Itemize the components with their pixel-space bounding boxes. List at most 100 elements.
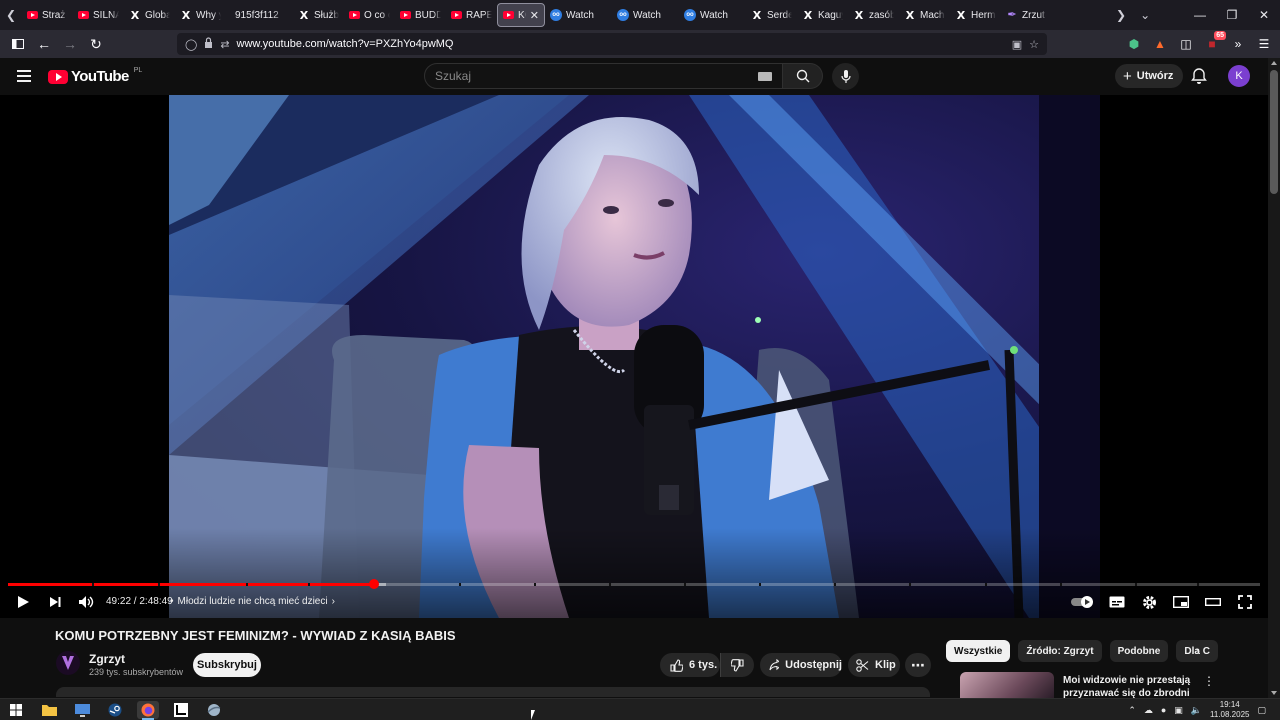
list-all-tabs-button[interactable]: ⌄ [1140, 8, 1150, 22]
search-button[interactable] [783, 63, 823, 89]
youtube-logo[interactable]: YouTube PL [48, 67, 142, 85]
speaker-icon[interactable]: 🔈 [1191, 705, 1202, 716]
browser-tab[interactable]: BUDD [395, 3, 446, 27]
browser-tab[interactable]: X Mach [899, 3, 950, 27]
browser-tab[interactable]: RAPE [446, 3, 497, 27]
recommendation-thumbnail[interactable] [960, 672, 1054, 698]
recommendation-menu-icon[interactable]: ⋮ [1203, 674, 1215, 688]
create-button[interactable]: + Utwórz [1115, 64, 1184, 88]
notion-button[interactable] [170, 701, 192, 719]
notifications-button[interactable] [1190, 67, 1208, 85]
network-icon[interactable]: ▣ [1174, 705, 1183, 716]
guide-menu-button[interactable] [17, 70, 31, 82]
onedrive-cloud-icon[interactable]: ☁ [1144, 705, 1153, 716]
settings-button[interactable] [1138, 591, 1160, 613]
notifications-icon[interactable]: ▢ [1257, 705, 1266, 716]
account-avatar[interactable]: K [1228, 65, 1250, 87]
extension-fox-icon[interactable]: ▲ [1152, 36, 1168, 52]
bookmark-star-icon[interactable]: ☆ [1029, 38, 1039, 51]
extension-ublock-icon[interactable]: ■ 65 [1204, 31, 1226, 52]
tabs-scroll-right-button[interactable]: ❯ [1116, 8, 1126, 22]
browser-tab[interactable]: X Służb [293, 3, 344, 27]
progress-bar[interactable] [8, 579, 1260, 589]
youtube-icon [451, 11, 462, 19]
browser-tab[interactable]: X Kaguy [797, 3, 848, 27]
more-tools-icon[interactable]: » [1230, 36, 1246, 52]
scroll-down-arrow[interactable] [1271, 691, 1277, 695]
video-player[interactable]: 49:22 / 2:48:49 • Młodzi ludzie nie chcą… [0, 95, 1268, 618]
filter-chip[interactable]: Źródło: Zgrzyt [1018, 640, 1102, 662]
scroll-up-arrow[interactable] [1271, 61, 1277, 65]
extensions-puzzle-icon[interactable]: ◫ [1178, 36, 1194, 52]
like-button[interactable]: 6 tys. [660, 653, 720, 677]
browser-tab[interactable]: X Globa [124, 3, 175, 27]
channel-name[interactable]: Zgrzyt [89, 652, 125, 666]
microphone-tray-icon[interactable]: ● [1161, 705, 1166, 715]
minimize-window-button[interactable]: — [1184, 0, 1216, 30]
start-button[interactable] [5, 701, 27, 719]
chips-next-button[interactable]: › [1190, 640, 1206, 662]
browser-tab[interactable]: 915f3f112 [226, 3, 293, 27]
tray-expand-icon[interactable]: ⌃ [1128, 705, 1136, 716]
firefox-button[interactable] [137, 701, 159, 720]
sidebar-toggle-button[interactable] [6, 32, 30, 56]
chapter-button[interactable]: • Młodzi ludzie nie chcą mieć dzieci › [170, 596, 335, 607]
more-actions-button[interactable]: ⋯ [905, 653, 931, 677]
browser-tab[interactable]: O co c [344, 3, 395, 27]
steam-button[interactable] [104, 701, 126, 719]
mute-button[interactable] [75, 591, 97, 613]
clip-button[interactable]: Klip [848, 653, 900, 677]
close-tab-icon[interactable]: ✕ [530, 9, 539, 22]
filter-chip[interactable]: Wszystkie [946, 640, 1011, 662]
browser-tab[interactable]: Straż [22, 3, 73, 27]
subscribe-button[interactable]: Subskrybuj [193, 653, 261, 677]
restore-window-button[interactable]: ❐ [1216, 0, 1248, 30]
play-button[interactable] [12, 591, 34, 613]
extension-shield-icon[interactable]: ⬢ [1126, 36, 1142, 52]
autoplay-toggle[interactable] [1070, 591, 1096, 613]
forward-button[interactable]: → [58, 32, 82, 56]
filter-chip[interactable]: Podobne [1109, 640, 1169, 662]
url-text[interactable]: www.youtube.com/watch?v=PXZhYo4pwMQ [237, 38, 454, 50]
fullscreen-button[interactable] [1234, 591, 1256, 613]
browser-tab[interactable]: Xzasób [848, 3, 899, 27]
theater-mode-button[interactable] [1202, 591, 1224, 613]
game-app-button[interactable] [203, 701, 225, 719]
browser-tab[interactable]: oo Watch [545, 3, 612, 27]
shield-icon[interactable]: ◯ [185, 38, 197, 51]
browser-tab[interactable]: oo Watch [679, 3, 746, 27]
reload-button[interactable]: ↻ [84, 32, 108, 56]
browser-tab[interactable]: KO ✕ [497, 3, 545, 27]
voice-search-button[interactable] [832, 63, 859, 90]
progress-scrubber[interactable] [368, 579, 379, 589]
dislike-button[interactable] [720, 653, 754, 677]
browser-tab[interactable]: ✒ Zrzut [1001, 3, 1052, 27]
lock-icon[interactable] [204, 37, 213, 51]
browser-tab[interactable]: SILNA [73, 3, 124, 27]
search-input[interactable]: Szukaj [424, 63, 783, 89]
browser-tab[interactable]: X Herm [950, 3, 1001, 27]
back-button[interactable]: ← [32, 32, 56, 56]
description-box[interactable] [56, 687, 930, 697]
channel-avatar[interactable] [56, 651, 80, 675]
app-menu-icon[interactable]: ☰ [1256, 36, 1272, 52]
keyboard-icon[interactable] [758, 72, 772, 81]
scrollbar-thumb[interactable] [1270, 70, 1278, 194]
permissions-icon[interactable]: ⇄ [220, 38, 229, 51]
picture-in-picture-icon[interactable]: ▣ [1012, 38, 1022, 51]
tabs-scroll-left-button[interactable]: ❮ [0, 0, 22, 30]
file-explorer-button[interactable] [38, 701, 60, 719]
miniplayer-button[interactable] [1170, 591, 1192, 613]
recommendation-title[interactable]: Moi widzowie nie przestają przyznawać si… [1063, 674, 1193, 698]
browser-tab[interactable]: oo Watch [612, 3, 679, 27]
share-button[interactable]: Udostępnij [760, 653, 842, 677]
url-bar[interactable]: ◯ ⇄ www.youtube.com/watch?v=PXZhYo4pwMQ … [177, 33, 1047, 55]
browser-tab[interactable]: X Serde [746, 3, 797, 27]
page-scrollbar[interactable] [1268, 58, 1280, 698]
next-video-button[interactable] [44, 591, 66, 613]
computer-app-button[interactable] [71, 701, 93, 719]
close-window-button[interactable]: ✕ [1248, 0, 1280, 30]
subtitles-button[interactable] [1106, 591, 1128, 613]
browser-tab[interactable]: X Why y [175, 3, 226, 27]
clock[interactable]: 19:14 11.08.2025 [1210, 700, 1249, 720]
